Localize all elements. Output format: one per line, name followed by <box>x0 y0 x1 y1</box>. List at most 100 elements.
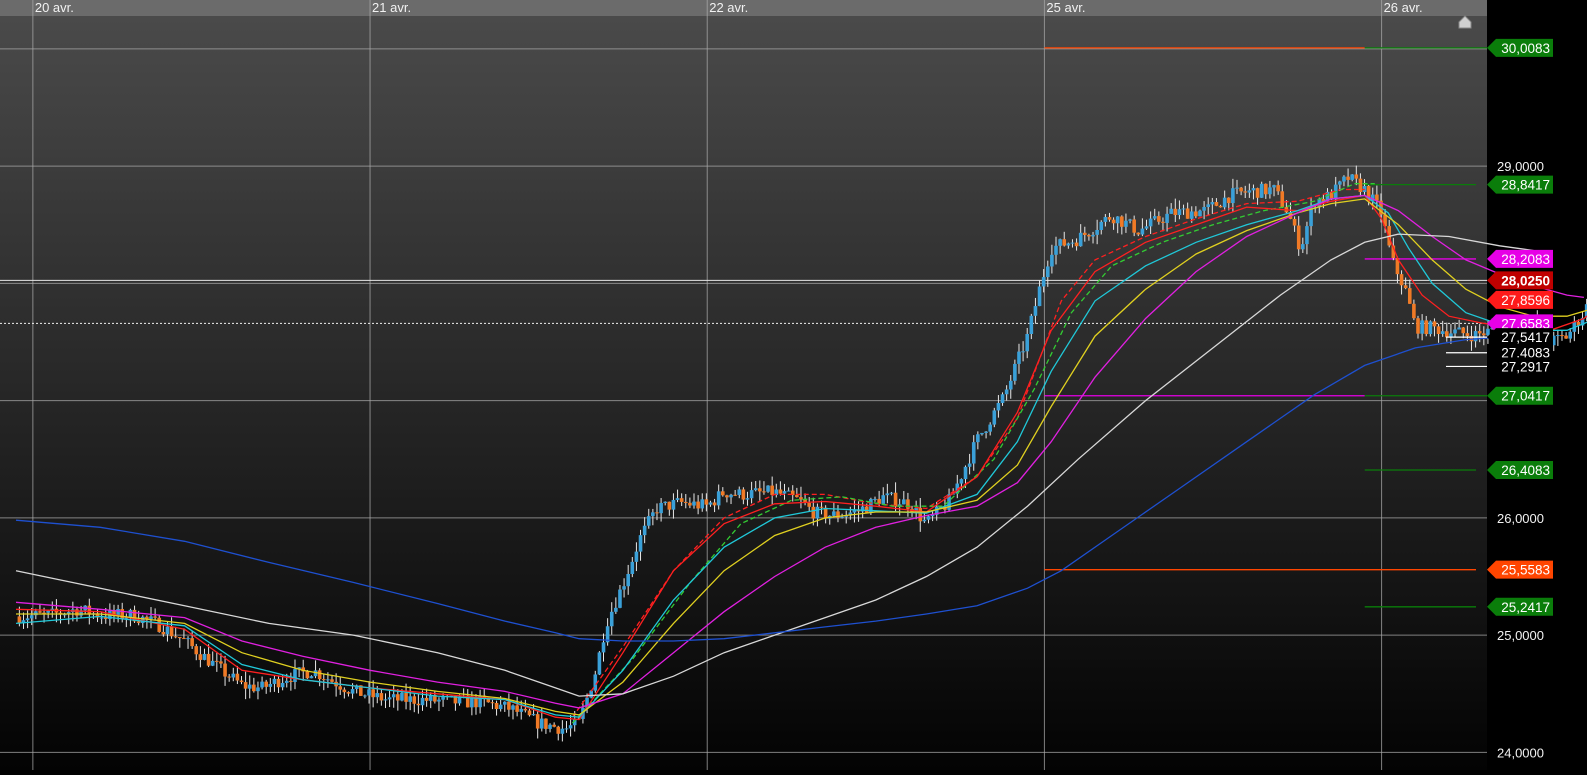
candle-body <box>988 424 992 432</box>
candle-body <box>400 692 404 701</box>
candle-body <box>762 491 766 493</box>
candle-body <box>696 501 700 509</box>
candle-body <box>1029 315 1034 334</box>
price-tag-label: 27,0417 <box>1501 389 1550 404</box>
candle-body <box>1099 221 1104 230</box>
candle-body <box>749 490 754 499</box>
candle-body <box>1218 205 1223 208</box>
right-axis-panel <box>1487 0 1587 770</box>
candle-body <box>99 617 104 619</box>
candle-body <box>202 653 207 660</box>
candle-body <box>683 501 688 503</box>
candle-body <box>17 616 22 624</box>
candle-body <box>667 501 672 510</box>
candle-body <box>1424 320 1429 335</box>
candle-body <box>560 728 565 734</box>
candle-body <box>153 616 157 618</box>
y-tick-label: 25,0000 <box>1497 628 1544 643</box>
candle-body <box>1440 331 1445 334</box>
candle-body <box>634 551 639 562</box>
candle-body <box>161 631 166 635</box>
candle-body <box>984 431 988 433</box>
price-tag-label: 27,5417 <box>1501 330 1550 345</box>
candle-body <box>1124 220 1128 227</box>
candle-body <box>276 678 281 688</box>
candle-body <box>1050 254 1054 267</box>
candle-body <box>527 710 532 716</box>
candle-body <box>1264 183 1268 195</box>
candle-body <box>971 442 976 464</box>
candle-body <box>1235 187 1239 189</box>
candle-body <box>601 642 606 653</box>
candle-body <box>420 697 425 706</box>
candle-body <box>346 692 351 694</box>
candle-body <box>1428 321 1433 335</box>
candle-body <box>1206 204 1211 208</box>
candle-body <box>737 489 742 495</box>
candle-body <box>243 682 248 689</box>
candle-body <box>317 670 322 680</box>
candle-body <box>642 525 647 536</box>
x-tick-label: 20 avr. <box>35 0 74 15</box>
candle-body <box>1062 239 1067 246</box>
candle-body <box>1477 331 1482 334</box>
candle-body <box>515 705 519 712</box>
candle-body <box>178 637 182 639</box>
candle-body <box>408 696 412 702</box>
price-tag-label: 28,2083 <box>1501 252 1550 267</box>
candle-body <box>663 501 668 503</box>
candle-body <box>75 609 79 616</box>
candle-body <box>564 728 569 730</box>
candle-body <box>819 506 824 508</box>
candle-body <box>1231 188 1235 204</box>
candle-body <box>38 611 42 613</box>
price-tag-label: 25,2417 <box>1501 600 1550 615</box>
candle-body <box>1214 202 1219 206</box>
candle-body <box>1272 185 1276 188</box>
candle-body <box>1017 351 1021 364</box>
candle-body <box>568 725 573 729</box>
candle-body <box>321 679 326 681</box>
candle-body <box>416 703 421 706</box>
candle-body <box>1144 226 1149 229</box>
candle-body <box>753 488 758 491</box>
candle-body <box>1177 209 1182 216</box>
price-tag-label: 25,5583 <box>1501 563 1550 578</box>
candle-body <box>1445 331 1449 338</box>
candle-body <box>544 718 548 729</box>
candle-body <box>535 714 540 729</box>
candle-body <box>589 690 593 698</box>
candle-body <box>873 498 877 500</box>
candle-body <box>712 502 717 506</box>
candle-body <box>1107 217 1112 220</box>
price-tag-label: 27,8596 <box>1501 293 1550 308</box>
candle-body <box>247 684 252 689</box>
candle-body <box>626 573 630 587</box>
x-tick-label: 21 avr. <box>372 0 411 15</box>
candle-body <box>1247 190 1252 193</box>
candle-body <box>778 489 783 494</box>
candle-body <box>1268 187 1272 195</box>
candle-body <box>309 676 314 679</box>
candle-body <box>231 673 236 678</box>
candle-body <box>330 679 334 682</box>
candle-body <box>387 697 392 700</box>
candle-body <box>412 696 417 704</box>
candle-body <box>1008 380 1013 390</box>
candle-body <box>1128 219 1132 221</box>
candle-body <box>227 676 231 678</box>
candle-body <box>1021 351 1025 353</box>
candle-body <box>766 485 770 492</box>
candle-body <box>725 495 729 498</box>
candle-body <box>474 697 478 708</box>
price-tag-label: 26,4083 <box>1501 463 1550 478</box>
candle-body <box>371 689 375 698</box>
candle-body <box>1181 208 1186 210</box>
candle-body <box>967 463 972 467</box>
candle-body <box>511 705 515 710</box>
candle-body <box>1120 216 1124 227</box>
candle-body <box>1033 306 1038 316</box>
candle-body <box>29 615 34 619</box>
candle-body <box>194 646 199 655</box>
candle-body <box>1161 221 1165 223</box>
